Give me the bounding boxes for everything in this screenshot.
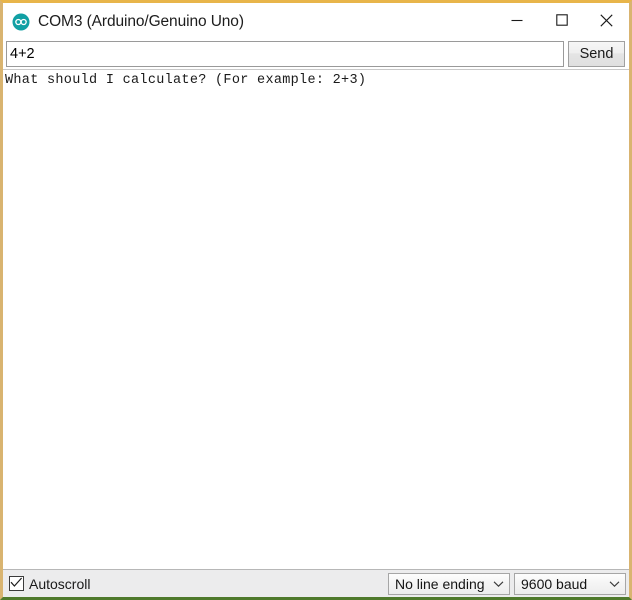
window-controls [494,3,629,40]
send-button[interactable]: Send [568,41,625,67]
line-ending-value: No line ending [395,575,485,592]
baud-rate-dropdown[interactable]: 9600 baud [514,572,626,595]
autoscroll-toggle[interactable]: Autoscroll [9,576,90,592]
title-bar: COM3 (Arduino/Genuino Uno) [3,3,629,40]
checkmark-icon [10,575,23,593]
close-icon [600,13,613,30]
console-line: What should I calculate? (For example: 2… [5,73,367,88]
serial-send-input[interactable] [7,42,563,66]
serial-send-field-wrapper[interactable] [6,41,564,67]
serial-monitor-window: COM3 (Arduino/Genuino Uno) 4+2 Send What… [0,0,632,600]
maximize-button[interactable] [539,3,584,40]
minimize-button[interactable] [494,3,539,40]
baud-rate-value: 9600 baud [521,575,588,592]
arduino-infinity-icon [12,13,30,31]
status-bar: Autoscroll No line ending 9600 baud [3,569,629,597]
autoscroll-label: Autoscroll [29,575,91,592]
chevron-down-icon [493,580,504,588]
maximize-icon [555,14,568,29]
command-row: Send [3,40,629,69]
chevron-down-icon [609,580,620,588]
autoscroll-checkbox[interactable] [9,576,24,591]
minimize-icon [511,14,523,29]
close-button[interactable] [584,3,629,40]
window-title: COM3 (Arduino/Genuino Uno) [38,12,244,30]
line-ending-dropdown[interactable]: No line ending [388,572,510,595]
serial-output-console[interactable]: What should I calculate? (For example: 2… [3,69,629,569]
